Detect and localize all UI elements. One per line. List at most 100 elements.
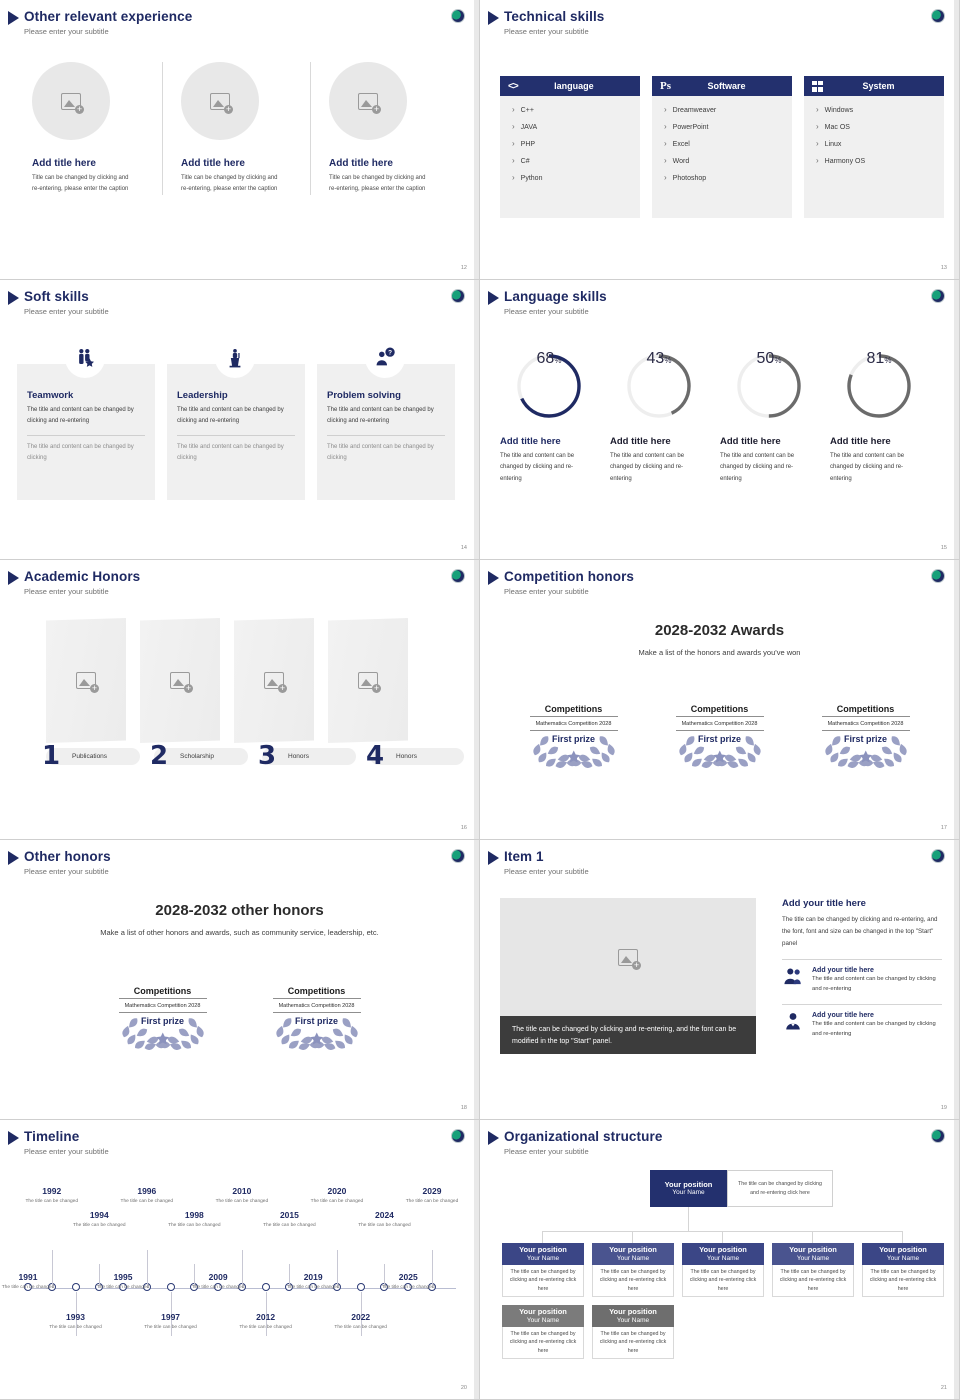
page-number: 12: [460, 265, 467, 271]
skill-card-title: Software: [707, 81, 746, 91]
wreath-heading: Competitions: [675, 704, 764, 717]
soft-skill-title: Problem solving: [327, 390, 401, 401]
wreath-prize: First prize: [551, 734, 595, 745]
timeline-desc: The title can be changed: [334, 1325, 387, 1330]
title-arrow-icon: [8, 291, 19, 305]
globe-logo-icon: [451, 569, 465, 583]
org-root-box[interactable]: Your position Your Name: [650, 1170, 727, 1207]
code-brackets-icon: <>: [508, 80, 519, 92]
timeline-year: 1992: [42, 1186, 62, 1196]
org-card-body: The title can be changed by clicking and…: [772, 1265, 854, 1297]
honor-label: Publications: [72, 753, 108, 760]
column-title: Add title here: [32, 158, 96, 169]
image-placeholder[interactable]: [329, 62, 407, 140]
org-card-header: Your position Your Name: [682, 1243, 764, 1265]
feature-item: Add your title here The title and conten…: [782, 1012, 942, 1040]
org-card[interactable]: Your position Your Name The title can be…: [682, 1243, 764, 1297]
progress-value: 50%: [733, 350, 805, 422]
honor-image-card[interactable]: [46, 618, 126, 743]
ring-title: Add title here: [830, 436, 891, 447]
language-ring-block: 50% Add title here The title and content…: [716, 350, 822, 485]
honor-label: Honors: [396, 753, 417, 760]
org-name: Your Name: [886, 1254, 920, 1262]
image-placeholder[interactable]: [32, 62, 110, 140]
timeline-label: 2020 The title can be changed: [309, 1186, 365, 1205]
language-ring-block: 68% Add title here The title and content…: [496, 350, 602, 485]
feature-item: Add your title here The title and conten…: [782, 967, 942, 995]
awards-heading: 2028-2032 other honors: [155, 902, 324, 919]
divider: [27, 434, 145, 436]
org-connector: [812, 1231, 813, 1243]
image-caption: The title can be changed by clicking and…: [500, 1016, 756, 1054]
wreath-meta: Mathematics Competition 2028: [821, 717, 910, 732]
skill-list-item: Photoshop: [664, 174, 792, 182]
awards-subheading: Make a list of other honors and awards, …: [100, 928, 379, 937]
page-title: Technical skills: [504, 9, 605, 24]
timeline-label: 2022 The title can be changed: [333, 1312, 389, 1331]
org-card[interactable]: Your position Your Name The title can be…: [592, 1305, 674, 1359]
timeline-node[interactable]: [166, 1283, 175, 1291]
timeline-desc: The title can be changed: [239, 1325, 292, 1330]
org-card[interactable]: Your position Your Name The title can be…: [502, 1243, 584, 1297]
soft-skill-title: Teamwork: [27, 390, 74, 401]
timeline-node[interactable]: [71, 1283, 80, 1291]
honor-image-card[interactable]: [234, 618, 314, 743]
skill-list-item: C#: [512, 157, 640, 165]
honor-image-card[interactable]: [328, 618, 408, 743]
org-note-text: The title can be changed by clicking and…: [869, 1269, 937, 1292]
skill-list-item: Harmony OS: [816, 157, 944, 165]
page-title: Language skills: [504, 289, 607, 304]
page-subtitle: Please enter your subtitle: [504, 306, 589, 316]
page-subtitle: Please enter your subtitle: [504, 866, 589, 876]
org-card[interactable]: Your position Your Name The title can be…: [502, 1305, 584, 1359]
column-description: Title can be changed by clicking and re-…: [329, 175, 426, 193]
image-placeholder[interactable]: [181, 62, 259, 140]
timeline-year: 1994: [89, 1210, 109, 1220]
feature-desc: The title and content can be changed by …: [812, 976, 936, 993]
org-position: Your position: [879, 1245, 927, 1255]
progress-value: 68%: [513, 350, 585, 422]
ring-desc: The title and content can be changed by …: [610, 453, 685, 482]
soft-skill-icon-badge: ?: [365, 338, 405, 378]
timeline-label: 2025 The title can be changed: [380, 1272, 436, 1291]
timeline-year: 2010: [232, 1186, 252, 1196]
page-title: Organizational structure: [504, 1129, 663, 1144]
org-card[interactable]: Your position Your Name The title can be…: [862, 1243, 944, 1297]
timeline-year: 1995: [113, 1272, 133, 1282]
honor-image-card[interactable]: [140, 618, 220, 743]
soft-skill-icon-badge: [215, 338, 255, 378]
timeline-label: 2019 The title can be changed: [285, 1272, 341, 1291]
timeline-year: 2024: [375, 1210, 394, 1220]
org-name: Your Name: [796, 1254, 830, 1262]
experience-column: Add title here Title can be changed by c…: [310, 62, 458, 196]
image-placeholder-icon: [618, 948, 641, 970]
skill-card-title: language: [554, 81, 594, 91]
org-card[interactable]: Your position Your Name The title can be…: [772, 1243, 854, 1297]
wreath-heading: Competitions: [118, 986, 207, 999]
slide-deck: Other relevant experience Please enter y…: [0, 0, 960, 1400]
image-placeholder-icon: [358, 92, 381, 114]
org-name: Your Name: [616, 1254, 650, 1262]
globe-logo-icon: [931, 1129, 945, 1143]
progress-unit: %: [774, 356, 782, 365]
wreath-meta: Mathematics Competition 2028: [529, 717, 618, 732]
timeline-label: 2015 The title can be changed: [261, 1210, 317, 1229]
honor-pill: 4 Honors: [366, 743, 464, 769]
org-card[interactable]: Your position Your Name The title can be…: [592, 1243, 674, 1297]
divider: [177, 434, 295, 436]
ring-title: Add title here: [500, 436, 561, 447]
org-note-text: The title can be changed by clicking and…: [779, 1269, 847, 1292]
soft-skill-desc-secondary: The title and content can be changed by …: [177, 443, 284, 462]
org-card-header: Your position Your Name: [502, 1305, 584, 1327]
slide-academic-honors: Academic Honors Please enter your subtit…: [0, 560, 480, 840]
timeline-node[interactable]: [356, 1283, 365, 1291]
org-note-text: The title can be changed by clicking and…: [599, 1269, 667, 1292]
globe-logo-icon: [451, 849, 465, 863]
image-placeholder[interactable]: [500, 898, 756, 1016]
globe-logo-icon: [451, 1129, 465, 1143]
globe-logo-icon: [931, 569, 945, 583]
timeline-node[interactable]: [261, 1283, 270, 1291]
ring-desc: The title and content can be changed by …: [830, 453, 905, 482]
image-placeholder-icon: [76, 672, 99, 693]
slide-other-honors: Other honors Please enter your subtitle …: [0, 840, 480, 1120]
